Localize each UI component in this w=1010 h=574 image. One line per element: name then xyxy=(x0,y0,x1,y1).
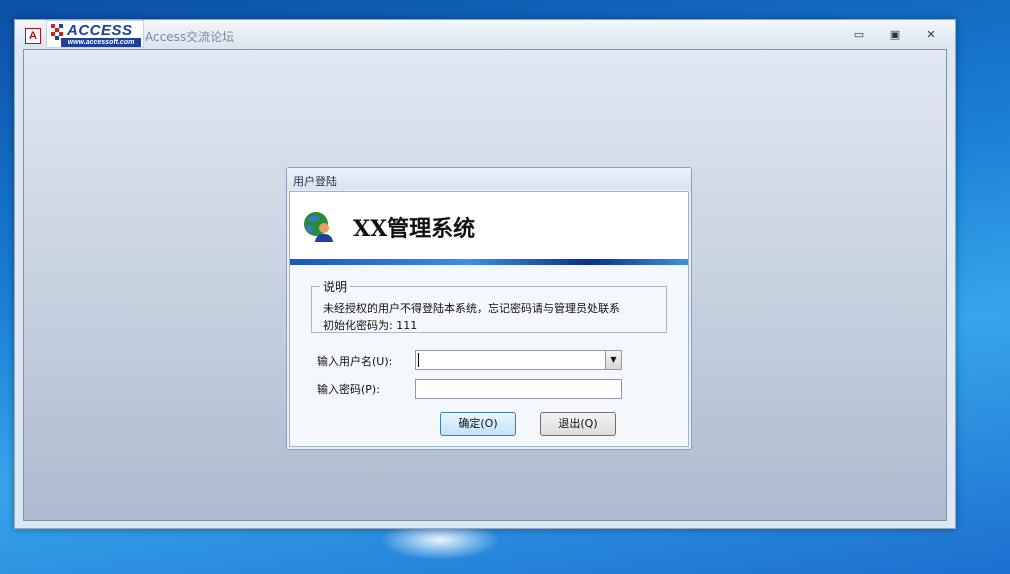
chevron-down-icon[interactable]: ▼ xyxy=(605,351,621,369)
accessoft-logo: ACCESS www.accessoft.com xyxy=(46,20,144,48)
window-title: Access交流论坛 xyxy=(145,30,235,44)
access-application-window: A ACCESS www.accessoft.com Access交流论坛 ▭ … xyxy=(14,19,956,529)
system-title: XX管理系统 xyxy=(353,216,476,242)
logo-url: www.accessoft.com xyxy=(61,38,141,47)
maximize-button[interactable]: ▣ xyxy=(887,28,903,42)
exit-button[interactable]: 退出(Q) xyxy=(540,412,616,436)
logo-title: ACCESS xyxy=(67,22,133,39)
notice-group: 说明 未经授权的用户不得登陆本系统，忘记密码请与管理员处联系 初始化密码为: 1… xyxy=(311,278,667,333)
banner-divider xyxy=(290,259,688,265)
user-globe-icon xyxy=(304,212,333,242)
username-combobox[interactable]: ▼ xyxy=(415,350,622,370)
dialog-body: XX管理系统 说明 未经授权的用户不得登陆本系统，忘记密码请与管理员处联系 初始… xyxy=(289,191,689,447)
ok-button[interactable]: 确定(O) xyxy=(440,412,516,436)
window-title-bar[interactable]: A ACCESS www.accessoft.com Access交流论坛 ▭ … xyxy=(15,20,955,48)
notice-label: 说明 xyxy=(320,278,351,295)
password-field[interactable] xyxy=(415,379,622,399)
minimize-button[interactable]: ▭ xyxy=(851,28,867,42)
close-button[interactable]: ✕ xyxy=(923,28,939,42)
dialog-title-bar[interactable]: 用户登陆 xyxy=(287,168,691,190)
notice-line-2: 初始化密码为: 111 xyxy=(323,319,418,332)
text-caret xyxy=(418,353,419,367)
dialog-title: 用户登陆 xyxy=(293,175,337,188)
password-label: 输入密码(P): xyxy=(317,383,380,396)
access-app-icon[interactable]: A xyxy=(25,28,41,44)
notice-line-1: 未经授权的用户不得登陆本系统，忘记密码请与管理员处联系 xyxy=(323,302,620,315)
login-dialog: 用户登陆 XX管理系统 说明 未经授权的用户不得登陆本系统，忘记密码请与管理员处… xyxy=(286,167,692,450)
mdi-client-area: 用户登陆 XX管理系统 说明 未经授权的用户不得登陆本系统，忘记密码请与管理员处… xyxy=(23,49,947,521)
header-banner: XX管理系统 xyxy=(290,192,688,259)
username-label: 输入用户名(U): xyxy=(317,355,393,368)
